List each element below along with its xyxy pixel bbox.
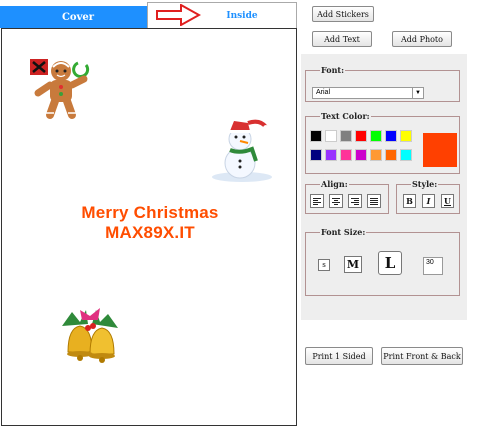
color-swatch[interactable] [400, 130, 412, 142]
print-one-sided-button[interactable]: Print 1 Sided [305, 347, 373, 365]
tab-cover[interactable]: Cover [0, 6, 156, 28]
color-swatch[interactable] [340, 130, 352, 142]
color-swatch[interactable] [385, 149, 397, 161]
font-size-input[interactable]: 30 [423, 257, 443, 275]
align-fieldset: Align: [305, 179, 389, 214]
color-swatch[interactable] [385, 130, 397, 142]
bells-sticker[interactable] [58, 302, 124, 364]
add-text-button[interactable]: Add Text [312, 31, 372, 47]
align-legend: Align: [320, 179, 349, 189]
delete-sticker-icon [30, 59, 48, 75]
color-swatch[interactable] [400, 149, 412, 161]
font-size-medium-button[interactable]: M [344, 256, 362, 273]
align-justify-icon[interactable] [367, 194, 381, 208]
rotate-sticker-icon [72, 61, 90, 78]
font-size-small-button[interactable]: s [318, 259, 330, 271]
text-color-fieldset: Text Color: [305, 111, 460, 174]
add-stickers-button[interactable]: Add Stickers [312, 6, 374, 22]
underline-button[interactable]: U [441, 194, 454, 208]
font-select-value: Arial [316, 89, 331, 96]
font-size-large-button[interactable]: L [378, 251, 402, 275]
italic-button[interactable]: I [422, 194, 435, 208]
print-front-back-button[interactable]: Print Front & Back [381, 347, 463, 365]
color-swatch[interactable] [355, 149, 367, 161]
card-canvas[interactable]: Merry Christmas MAX89X.IT [1, 28, 297, 426]
add-photo-button[interactable]: Add Photo [392, 31, 452, 47]
card-text-line2[interactable]: MAX89X.IT [2, 223, 296, 243]
font-fieldset: Font: Arial ▼ [305, 65, 460, 102]
gingerbread-sticker[interactable] [28, 57, 94, 121]
font-legend: Font: [320, 65, 346, 75]
style-fieldset: Style: B I U [396, 179, 460, 214]
color-swatch[interactable] [370, 149, 382, 161]
text-properties-panel: Font: Arial ▼ Text Color: Align: Style: … [301, 54, 467, 320]
style-legend: Style: [411, 179, 439, 189]
color-swatch[interactable] [310, 130, 322, 142]
align-center-icon[interactable] [329, 194, 343, 208]
text-color-legend: Text Color: [320, 111, 371, 121]
font-select[interactable]: Arial ▼ [312, 87, 424, 99]
arrow-right-icon [156, 4, 201, 26]
dropdown-caret-icon: ▼ [412, 88, 423, 98]
snowman-sticker[interactable] [210, 119, 276, 183]
color-swatch[interactable] [340, 149, 352, 161]
color-swatch[interactable] [325, 130, 337, 142]
selected-color-preview [423, 133, 457, 167]
card-text-line1[interactable]: Merry Christmas [2, 203, 296, 223]
color-swatch[interactable] [370, 130, 382, 142]
font-size-legend: Font Size: [320, 227, 367, 237]
font-size-fieldset: Font Size: s M L 30 [305, 227, 460, 296]
color-swatch[interactable] [310, 149, 322, 161]
align-right-icon[interactable] [348, 194, 362, 208]
color-swatch[interactable] [325, 149, 337, 161]
color-swatch[interactable] [355, 130, 367, 142]
align-left-icon[interactable] [310, 194, 324, 208]
bold-button[interactable]: B [403, 194, 416, 208]
